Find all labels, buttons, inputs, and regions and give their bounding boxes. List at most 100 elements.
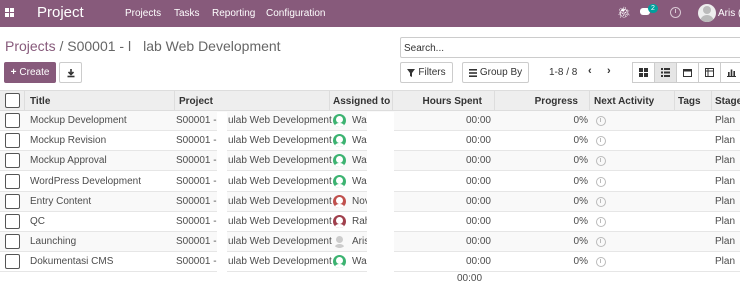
- breadcrumb-projects-link[interactable]: Projects: [5, 38, 56, 54]
- graph-view-icon[interactable]: [720, 62, 740, 83]
- task-progress: 0%: [573, 115, 588, 126]
- assignee-avatar: [333, 255, 346, 269]
- task-stage: Plan: [715, 175, 736, 187]
- top-navbar: Project Projects Tasks Reporting Configu…: [0, 0, 740, 27]
- create-button[interactable]: + Create: [4, 62, 56, 83]
- breadcrumb-current-a: S00001 - l: [67, 38, 132, 54]
- column-separator: [494, 91, 495, 111]
- row-checkbox[interactable]: [5, 193, 20, 209]
- task-stage: Plan: [715, 135, 736, 147]
- column-hours[interactable]: Hours Spent: [400, 96, 482, 107]
- task-title: Mockup Development: [30, 115, 127, 126]
- download-icon: [67, 68, 74, 77]
- task-project-name: ulab Web Development: [228, 195, 332, 207]
- pager-value[interactable]: 1-8 / 8: [549, 67, 577, 78]
- task-hours: 00:00: [465, 135, 491, 147]
- task-stage: Plan: [715, 115, 736, 126]
- filters-button[interactable]: Filters: [400, 62, 453, 83]
- task-project-name: ulab Web Development: [228, 256, 332, 268]
- row-checkbox[interactable]: [5, 254, 20, 270]
- task-project-name: ulab Web Development: [228, 135, 332, 147]
- task-project-code: S00001 -: [176, 175, 217, 187]
- activity-clock-icon[interactable]: [596, 176, 606, 187]
- pager-next-icon[interactable]: ›: [607, 65, 611, 77]
- menu-tasks[interactable]: Tasks: [174, 8, 200, 19]
- task-project-code: S00001 -: [176, 135, 217, 147]
- row-checkbox[interactable]: [5, 173, 20, 189]
- debug-bug-icon[interactable]: 🐞︎: [617, 6, 631, 19]
- column-tags[interactable]: Tags: [678, 96, 701, 107]
- task-title: QC: [30, 216, 45, 227]
- list-view-icon[interactable]: [654, 62, 677, 83]
- task-hours: 00:00: [465, 155, 491, 167]
- user-avatar[interactable]: [698, 4, 716, 22]
- pivot-view-icon[interactable]: [698, 62, 721, 83]
- column-separator: [392, 91, 393, 111]
- pager-previous-icon[interactable]: ‹: [588, 65, 592, 77]
- activity-clock-icon[interactable]: [596, 116, 606, 126]
- row-checkbox[interactable]: [5, 234, 20, 250]
- task-hours: 00:00: [465, 216, 491, 227]
- task-progress: 0%: [573, 216, 588, 227]
- row-checkbox[interactable]: [5, 153, 20, 169]
- select-all-checkbox[interactable]: [5, 93, 20, 108]
- assignee-avatar: [333, 194, 346, 208]
- task-progress: 0%: [573, 155, 588, 167]
- search-input[interactable]: [404, 41, 734, 55]
- assignee-avatar: [333, 134, 346, 148]
- activity-clock-icon[interactable]: [596, 156, 606, 167]
- activity-clock-icon[interactable]: [596, 196, 606, 207]
- column-stage[interactable]: Stage: [715, 96, 740, 107]
- activity-clock-icon[interactable]: [670, 7, 681, 18]
- column-separator: [174, 91, 175, 111]
- task-progress: 0%: [573, 236, 588, 248]
- row-checkbox[interactable]: [5, 214, 20, 229]
- groupby-button[interactable]: Group By: [462, 62, 529, 83]
- kanban-view-icon[interactable]: [632, 62, 655, 83]
- column-separator: [674, 91, 675, 111]
- row-checkbox[interactable]: [5, 113, 20, 128]
- menu-configuration[interactable]: Configuration: [266, 8, 325, 19]
- column-separator: [24, 91, 25, 111]
- task-progress: 0%: [573, 175, 588, 187]
- column-assigned[interactable]: Assigned to: [333, 96, 390, 107]
- breadcrumb-separator: /: [59, 38, 64, 54]
- apps-menu-icon[interactable]: [5, 8, 14, 17]
- filters-label: Filters: [418, 67, 446, 78]
- task-stage: Plan: [715, 256, 736, 268]
- assignee-avatar: [333, 114, 346, 127]
- app-brand[interactable]: Project: [37, 4, 84, 21]
- redaction-mask: [367, 112, 394, 281]
- calendar-view-icon[interactable]: [676, 62, 699, 83]
- row-checkbox[interactable]: [5, 133, 20, 149]
- assignee-avatar: [333, 235, 346, 249]
- task-project-code: S00001 -: [176, 216, 217, 227]
- task-progress: 0%: [573, 256, 588, 268]
- assignee-avatar: [333, 215, 346, 228]
- column-progress[interactable]: Progress: [500, 96, 578, 107]
- activity-clock-icon[interactable]: [596, 237, 606, 248]
- task-project-code: S00001 -: [176, 195, 217, 207]
- task-project-code: S00001 -: [176, 256, 217, 268]
- activity-clock-icon[interactable]: [596, 136, 606, 147]
- menu-projects[interactable]: Projects: [125, 8, 161, 19]
- task-project-name: ulab Web Development: [228, 236, 332, 248]
- activity-clock-icon[interactable]: [596, 217, 606, 227]
- view-switcher: [632, 62, 740, 83]
- column-project[interactable]: Project: [179, 96, 213, 107]
- menu-reporting[interactable]: Reporting: [212, 8, 255, 19]
- task-hours: 00:00: [465, 175, 491, 187]
- breadcrumb-current-b: lab Web Development: [143, 38, 281, 54]
- column-next-activity[interactable]: Next Activity: [594, 96, 654, 107]
- column-title[interactable]: Title: [30, 96, 50, 107]
- assignee-avatar: [333, 174, 346, 188]
- task-stage: Plan: [715, 216, 736, 227]
- export-download-button[interactable]: [59, 62, 82, 83]
- create-label: Create: [19, 67, 50, 78]
- user-name[interactable]: Aris (: [718, 8, 740, 19]
- activity-clock-icon[interactable]: [596, 257, 606, 268]
- task-progress: 0%: [573, 195, 588, 207]
- task-title: Mockup Approval: [30, 155, 107, 167]
- assignee-avatar: [333, 154, 346, 168]
- task-hours: 00:00: [465, 256, 491, 268]
